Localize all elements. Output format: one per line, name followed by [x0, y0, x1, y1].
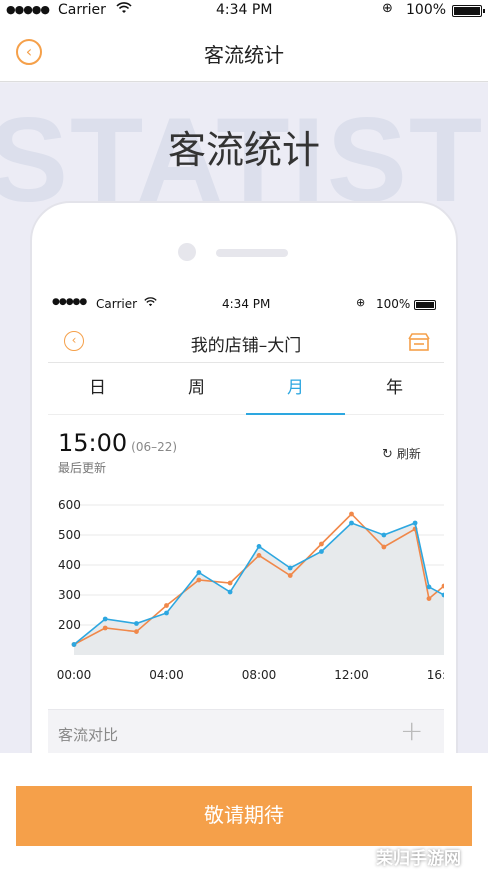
inner-status-time: 4:34 PM [222, 297, 271, 311]
page-title: 客流统计 [204, 43, 284, 67]
last-updated-time: 15:00 [58, 429, 128, 457]
inner-battery-icon [414, 300, 436, 310]
carrier-label: Carrier [58, 2, 106, 18]
inner-status-bar: ●●●●● Carrier 4:34 PM ⊕ 100% [48, 295, 444, 315]
watermark-logo: 茉归手游网 [376, 849, 461, 869]
y-tick-label: 200 [58, 618, 81, 632]
data-point [227, 580, 233, 586]
data-point [102, 625, 108, 631]
shop-icon[interactable] [408, 333, 430, 351]
data-point [319, 549, 324, 554]
battery-percent: 100% [406, 2, 447, 18]
phone-mockup: ●●●●● Carrier 4:34 PM ⊕ 100% ‹ 我的店铺–大门 日… [30, 201, 458, 753]
y-tick-label: 500 [58, 528, 81, 542]
rotation-lock-icon: ⊕ [382, 1, 393, 16]
x-tick-label: 16:00 [427, 668, 444, 682]
x-tick-label: 04:00 [149, 668, 184, 682]
data-point [71, 642, 77, 647]
phone-camera [178, 243, 196, 261]
refresh-label: 刷新 [396, 447, 421, 461]
compare-label: 客流对比 [58, 726, 119, 744]
bottom-bar: 敬请期待 茉归手游网 [0, 753, 488, 874]
data-point [319, 541, 324, 547]
tab-week[interactable]: 周 [147, 363, 246, 414]
data-point [102, 616, 108, 622]
data-point [426, 596, 432, 601]
inner-signal-icon: ●●●●● [52, 297, 87, 307]
compare-row[interactable]: 客流对比 + [48, 709, 444, 753]
data-point [134, 629, 139, 634]
x-tick-label: 00:00 [57, 668, 92, 682]
hero-section: STATISTICS 客流统计 ●●●●● Carrier 4:34 PM ⊕ … [0, 83, 488, 753]
x-tick-label: 12:00 [334, 668, 369, 682]
inner-rotation-lock-icon: ⊕ [356, 296, 366, 309]
add-icon[interactable]: + [400, 714, 423, 747]
tab-day[interactable]: 日 [48, 363, 147, 414]
inner-wifi-icon [144, 296, 157, 311]
data-point [256, 553, 262, 558]
last-updated: 15:00 (06–22) [58, 429, 177, 457]
coming-soon-button[interactable]: 敬请期待 [16, 786, 472, 846]
data-point [381, 544, 387, 550]
refresh-icon: ↻ [382, 447, 393, 462]
data-point [426, 584, 432, 590]
data-point [381, 532, 387, 538]
data-point [134, 621, 139, 626]
inner-page-title: 我的店铺–大门 [190, 336, 302, 356]
traffic-chart: 200 300 400 500 600 00:00 04:00 08:00 12:00 16:00 [57, 498, 444, 682]
area-fill [74, 523, 444, 655]
data-point [164, 610, 169, 616]
phone-screen: ●●●●● Carrier 4:34 PM ⊕ 100% ‹ 我的店铺–大门 日… [48, 295, 444, 753]
tab-year[interactable]: 年 [345, 363, 444, 414]
data-point [196, 570, 202, 575]
data-point [349, 520, 354, 526]
data-point [287, 565, 293, 571]
battery-icon [452, 5, 485, 17]
inner-carrier-label: Carrier [96, 297, 138, 311]
phone-speaker [216, 249, 288, 257]
period-tabs: 日 周 月 年 [48, 363, 444, 415]
tab-month[interactable]: 月 [246, 363, 345, 415]
data-point [256, 544, 262, 549]
status-time: 4:34 PM [216, 2, 273, 18]
y-tick-label: 300 [58, 588, 81, 602]
y-tick-label: 400 [58, 558, 81, 572]
inner-battery-percent: 100% [376, 297, 411, 311]
data-point [349, 511, 354, 517]
signal-icon: ●●●●● [6, 3, 50, 16]
data-point [287, 573, 293, 578]
data-point [164, 603, 169, 608]
inner-nav-bar: ‹ 我的店铺–大门 [48, 317, 444, 363]
hero-title: 客流统计 [167, 128, 320, 172]
nav-bar: ‹ 客流统计 [0, 22, 488, 82]
data-point [412, 520, 418, 526]
last-updated-label: 最后更新 [58, 461, 107, 475]
refresh-button[interactable]: ↻ 刷新 [382, 445, 421, 462]
x-tick-label: 08:00 [242, 668, 277, 682]
y-tick-label: 600 [58, 498, 81, 512]
data-point [227, 589, 233, 595]
status-bar: ●●●●● Carrier 4:34 PM ⊕ 100% [0, 0, 488, 22]
last-updated-date: (06–22) [131, 440, 178, 454]
data-point [196, 577, 202, 583]
wifi-icon [116, 1, 132, 19]
